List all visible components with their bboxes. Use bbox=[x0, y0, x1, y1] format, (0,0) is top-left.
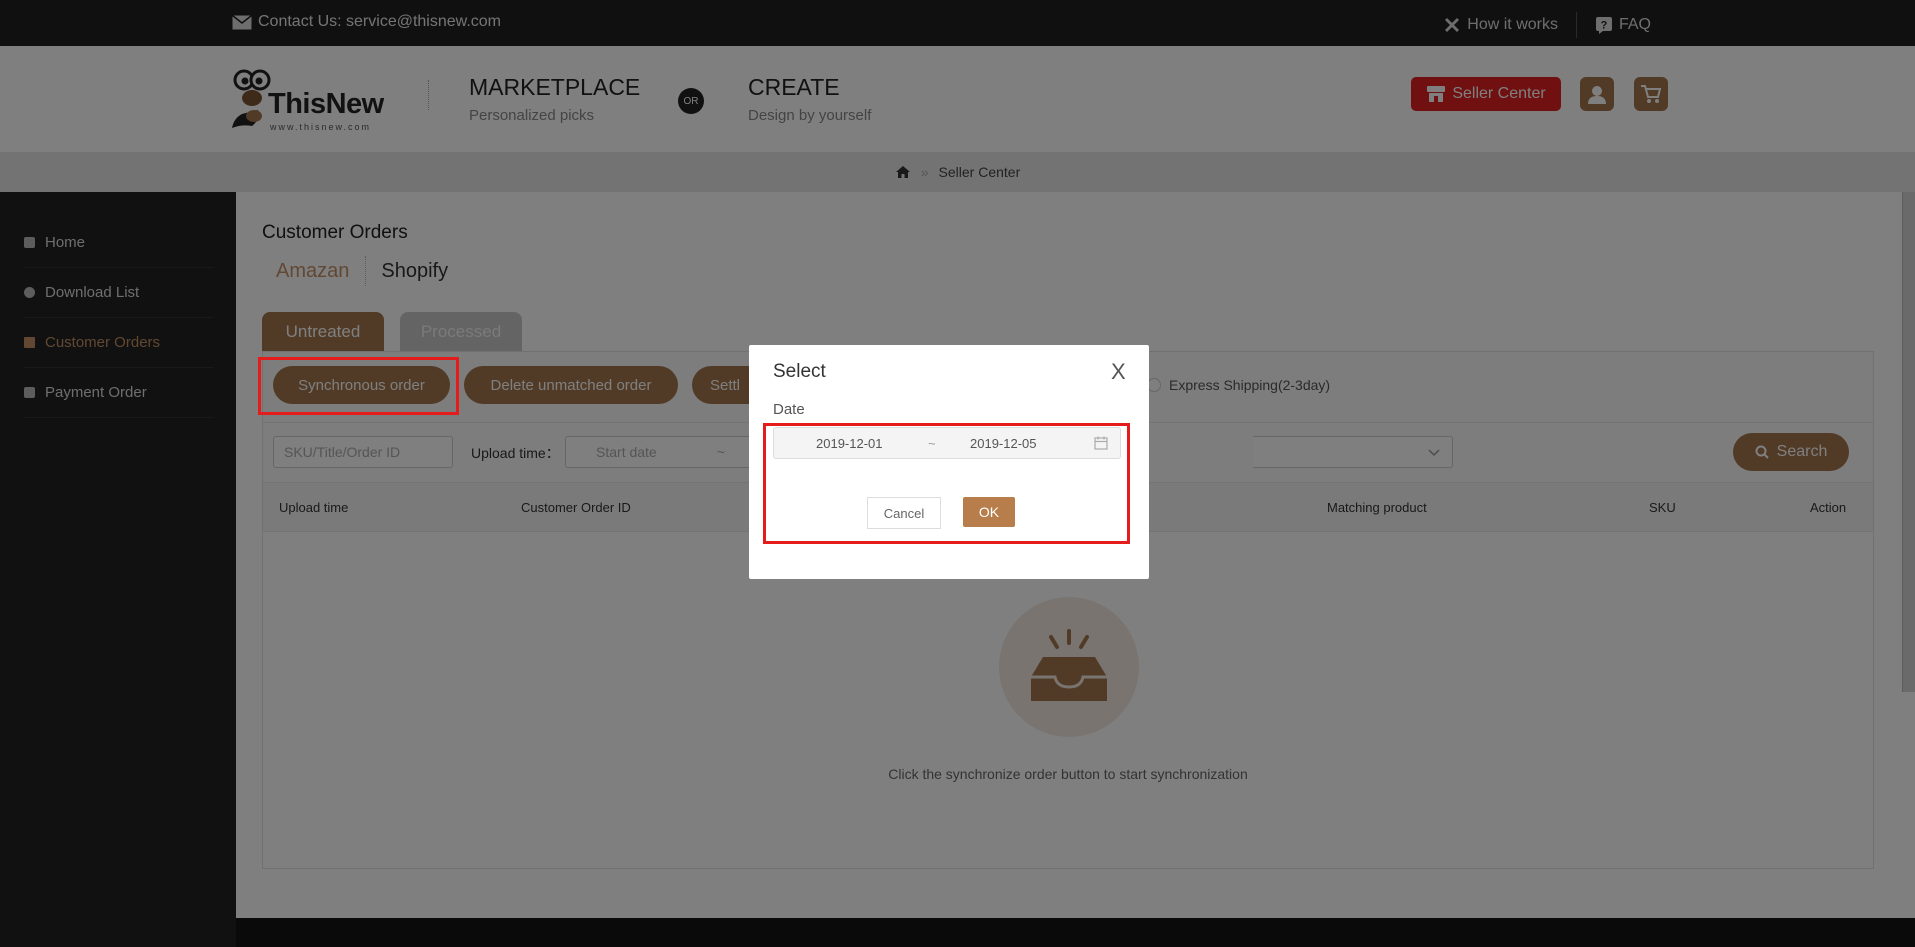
date-label: Date bbox=[773, 401, 805, 418]
modal-title: Select bbox=[773, 361, 826, 382]
sync-order-highlight bbox=[258, 357, 459, 415]
date-range-highlight bbox=[763, 423, 1130, 544]
close-icon[interactable]: X bbox=[1111, 359, 1126, 385]
